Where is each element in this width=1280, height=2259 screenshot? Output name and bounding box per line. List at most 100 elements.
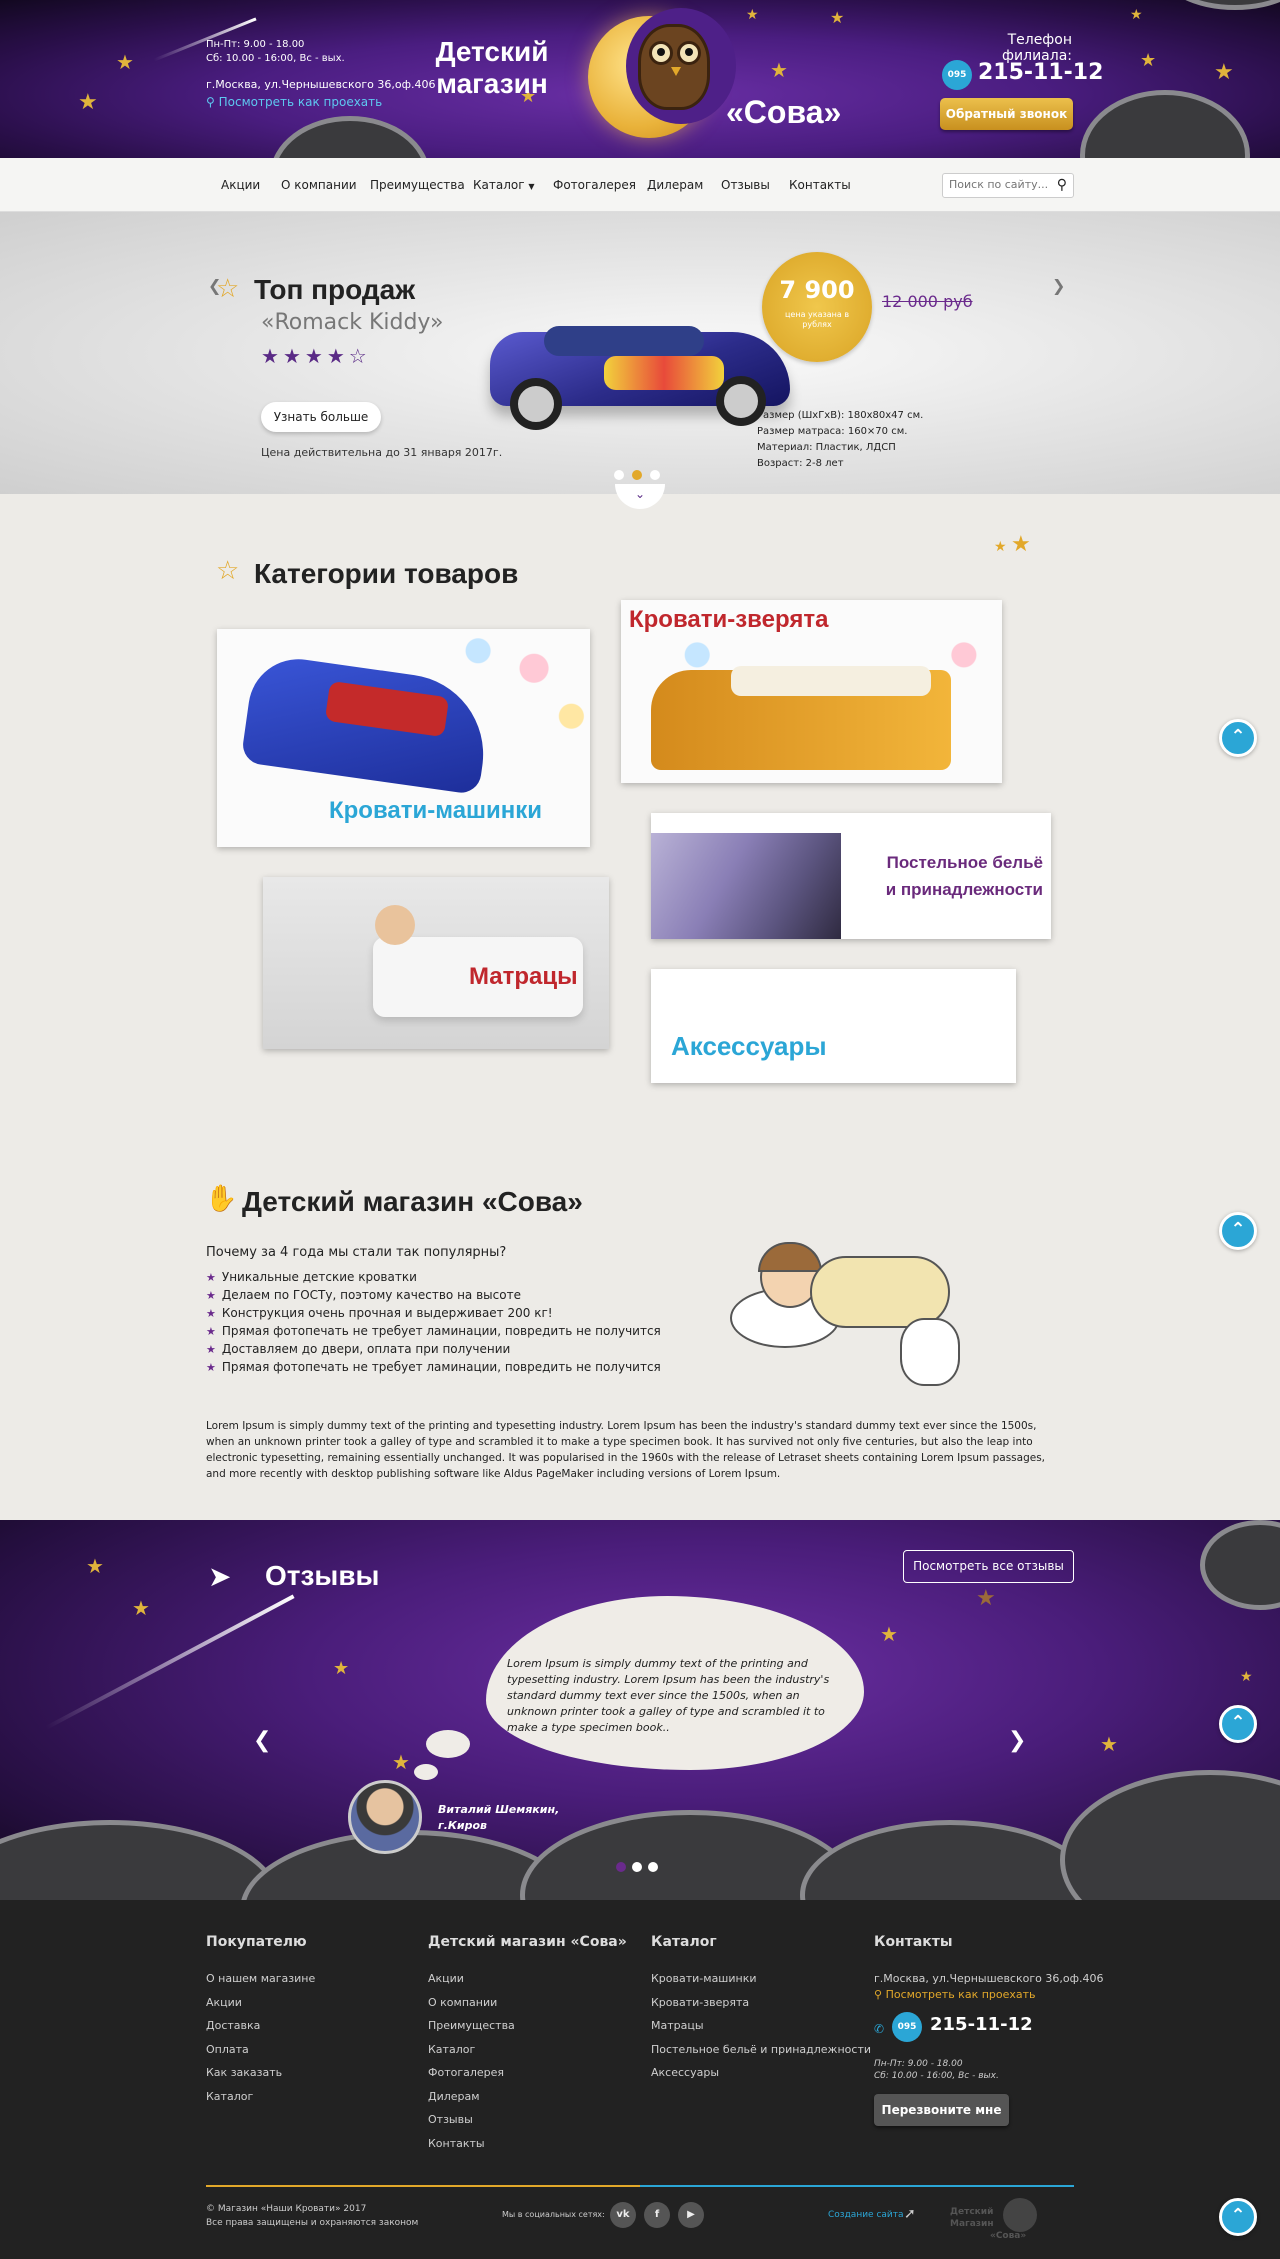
owl-icon	[638, 24, 710, 110]
pin-icon: ⚲	[874, 1988, 883, 2001]
header-phone[interactable]: 215-11-12	[978, 60, 1103, 85]
category-card-mattresses[interactable]: Матрацы	[263, 877, 609, 1049]
bedding-image	[651, 833, 841, 939]
price-note: цена указана в рублях	[784, 310, 850, 329]
search-box: ⚲	[942, 173, 1074, 198]
about-bullet: Прямая фотопечать не требует ламинации, …	[206, 1324, 661, 1338]
footer-link[interactable]: Каталог	[428, 2043, 475, 2056]
about-text: Lorem Ipsum is simply dummy text of the …	[206, 1420, 1046, 1480]
star-outline-icon: ☆	[216, 274, 240, 304]
quote-bubble-tail	[426, 1730, 470, 1758]
footer-col-title: Детский магазин «Сова»	[428, 1934, 627, 1950]
footer-link[interactable]: Аксессуары	[651, 2066, 719, 2079]
nav-item-advantages[interactable]: Преимущества	[370, 178, 465, 192]
footer-link[interactable]: О нашем магазине	[206, 1972, 315, 1985]
hero-slider: ❮ ❯ ☆ Топ продаж «Romack Kiddy» ★★★★☆ Уз…	[0, 212, 1280, 509]
footer-link[interactable]: Фотогалерея	[428, 2066, 504, 2079]
all-reviews-button[interactable]: Посмотреть все отзывы	[903, 1550, 1074, 1583]
footer-link[interactable]: Акции	[206, 1996, 242, 2009]
cloud	[270, 116, 430, 158]
footer-link[interactable]: Каталог	[206, 2090, 253, 2103]
footer-link[interactable]: Постельное бельё и принадлежности	[651, 2043, 871, 2056]
slider-dot-active[interactable]	[632, 470, 642, 480]
search-input[interactable]	[949, 178, 1049, 191]
shooting-star	[45, 1594, 295, 1730]
header-address: г.Москва, ул.Чернышевского 36,оф.406	[206, 78, 436, 91]
youtube-icon[interactable]: ▶	[678, 2202, 704, 2228]
phone-code-badge: 095	[942, 60, 972, 90]
scroll-top-button[interactable]: ⌃	[1219, 1705, 1257, 1743]
category-card-accessories[interactable]: Аксессуары	[651, 969, 1016, 1083]
nav-item-gallery[interactable]: Фотогалерея	[553, 178, 636, 192]
hero-title: Топ продаж	[254, 274, 416, 305]
next-arrow-icon[interactable]: ❯	[1052, 276, 1065, 295]
about-title: Детский магазин «Сова»	[242, 1186, 583, 1217]
slider-dot-active[interactable]	[616, 1862, 626, 1872]
footer-link[interactable]: Кровати-зверята	[651, 1996, 749, 2009]
creator-link[interactable]: Создание сайта	[828, 2210, 904, 2220]
category-card-car-beds[interactable]: Кровати-машинки	[217, 629, 590, 847]
cloud	[1200, 1520, 1280, 1610]
call-me-button[interactable]: Перезвоните мне	[874, 2094, 1009, 2126]
nav-item-dealers[interactable]: Дилерам	[647, 178, 703, 192]
footer-link[interactable]: Акции	[428, 1972, 464, 1985]
scroll-down-icon[interactable]: ⌄	[615, 484, 665, 509]
slider-dot[interactable]	[648, 1862, 658, 1872]
nav-item-catalog[interactable]: Каталог ▼	[473, 178, 535, 192]
learn-more-button[interactable]: Узнать больше	[261, 402, 381, 432]
social-label: Мы в социальных сетях:	[502, 2210, 605, 2219]
star-filled-icon: ★	[261, 344, 283, 368]
scroll-top-button[interactable]: ⌃	[1219, 2198, 1257, 2236]
slider-dot[interactable]	[614, 470, 624, 480]
footer-link[interactable]: Дилерам	[428, 2090, 480, 2103]
footer-link[interactable]: Преимущества	[428, 2019, 515, 2032]
footer-link[interactable]: Контакты	[428, 2137, 485, 2150]
category-label: Кровати-машинки	[329, 797, 543, 824]
nav-item-promos[interactable]: Акции	[221, 178, 260, 192]
scroll-top-button[interactable]: ⌃	[1219, 719, 1257, 757]
about-bullet: Конструкция очень прочная и выдерживает …	[206, 1306, 553, 1320]
cloud	[1080, 90, 1250, 158]
search-icon[interactable]: ⚲	[1057, 177, 1067, 193]
logo[interactable]: Детский магазин «Сова»	[430, 8, 860, 147]
footer-address: г.Москва, ул.Чернышевского 36,оф.406	[874, 1972, 1104, 1985]
scroll-top-button[interactable]: ⌃	[1219, 1212, 1257, 1250]
footer-link[interactable]: Как заказать	[206, 2066, 282, 2079]
category-label: Аксессуары	[671, 1031, 827, 1061]
footer-link[interactable]: Кровати-машинки	[651, 1972, 757, 1985]
callback-button[interactable]: Обратный звонок	[940, 98, 1073, 130]
slider-dot[interactable]	[632, 1862, 642, 1872]
directions-link[interactable]: ⚲ Посмотреть как проехать	[206, 95, 382, 109]
slider-dot[interactable]	[650, 470, 660, 480]
cloud	[800, 1820, 1100, 1900]
next-arrow-icon[interactable]: ❯	[1008, 1728, 1026, 1753]
nav-item-about[interactable]: О компании	[281, 178, 357, 192]
footer-link[interactable]: Оплата	[206, 2043, 249, 2056]
footer-col-title: Покупателю	[206, 1934, 307, 1950]
facebook-icon[interactable]: f	[644, 2202, 670, 2228]
category-card-bedding[interactable]: Постельное бельё и принадлежности	[651, 813, 1051, 939]
footer-link[interactable]: Отзывы	[428, 2113, 473, 2126]
hero-product-name: «Romack Kiddy»	[261, 310, 444, 335]
footer-link[interactable]: Матрацы	[651, 2019, 704, 2032]
nav-item-contacts[interactable]: Контакты	[789, 178, 851, 192]
star-empty-icon: ☆	[348, 344, 371, 368]
category-card-animal-beds[interactable]: Кровати-зверята	[621, 600, 1002, 783]
car-bed-image	[484, 312, 794, 432]
footer-directions-link[interactable]: ⚲ Посмотреть как проехать	[874, 1988, 1036, 2001]
lion-mattress	[731, 666, 931, 696]
prev-arrow-icon[interactable]: ❮	[253, 1728, 271, 1753]
quote-bubble-tail	[414, 1764, 438, 1780]
vk-icon[interactable]: vk	[610, 2202, 636, 2228]
product-specs: Размер (ШхГхВ): 180х80х47 см. Размер мат…	[757, 410, 924, 469]
footer-phone[interactable]: 215-11-12	[930, 2014, 1033, 2035]
site-footer: Покупателю О нашем магазине Акции Достав…	[0, 1900, 1280, 2259]
footer-link[interactable]: О компании	[428, 1996, 497, 2009]
slider-dots	[614, 470, 674, 482]
star-filled-icon: ★	[304, 344, 327, 368]
nav-item-reviews[interactable]: Отзывы	[721, 178, 770, 192]
category-label: Постельное бельё и принадлежности	[885, 853, 1043, 899]
logo-brand: «Сова»	[726, 94, 842, 130]
category-label: Матрацы	[469, 963, 578, 990]
footer-link[interactable]: Доставка	[206, 2019, 260, 2032]
